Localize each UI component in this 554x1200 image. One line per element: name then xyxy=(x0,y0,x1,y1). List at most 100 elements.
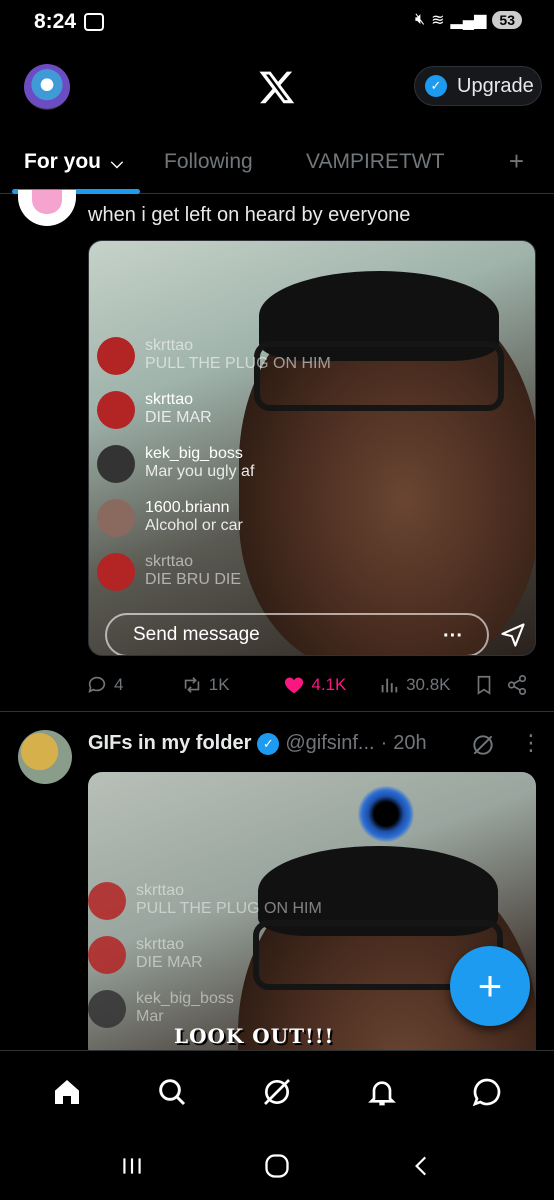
live-comment: 1600.briann Alcohol or car xyxy=(97,499,377,553)
comment-text: DIE MAR xyxy=(136,954,203,971)
messages-icon xyxy=(473,1078,501,1106)
recents-icon xyxy=(123,1158,141,1174)
views-button[interactable]: 30.8K xyxy=(378,674,473,696)
top-bar: ✓ Upgrade xyxy=(0,56,554,120)
live-comments: skrttao PULL THE PLUG ON HIM skrttao DIE… xyxy=(97,337,377,607)
view-count: 30.8K xyxy=(406,675,451,694)
live-comment: skrttao DIE BRU DIE xyxy=(97,553,377,607)
commenter-avatar xyxy=(97,553,135,591)
share-button[interactable] xyxy=(506,674,536,696)
repost-count: 1K xyxy=(208,675,230,694)
search-icon xyxy=(158,1078,185,1105)
commenter-avatar xyxy=(97,391,135,429)
heart-icon xyxy=(285,677,304,694)
commenter-name: kek_big_boss xyxy=(136,990,234,1007)
comment-text: Mar you ugly af xyxy=(145,463,255,480)
nav-messages[interactable] xyxy=(467,1072,507,1112)
reply-button[interactable]: 4 xyxy=(86,674,181,696)
like-count: 4.1K xyxy=(311,675,347,694)
signal-icon: ▂▄▆ xyxy=(450,12,487,29)
live-comment: kek_big_boss Mar you ugly af xyxy=(97,445,377,499)
separator-dot: · xyxy=(380,732,388,754)
home-button[interactable] xyxy=(257,1146,297,1186)
post-time: 20h xyxy=(393,732,427,754)
author-avatar[interactable] xyxy=(18,730,72,784)
notifications-icon xyxy=(368,1080,397,1105)
commenter-avatar xyxy=(88,936,126,974)
timeline-tabs: For you ⌵ Following VAMPIRETWT + xyxy=(0,134,554,194)
home-icon xyxy=(54,1079,79,1104)
commenter-avatar xyxy=(97,445,135,483)
commenter-avatar xyxy=(88,990,126,1028)
tab-vampiretwt[interactable]: VAMPIRETWT xyxy=(306,150,444,174)
reply-count: 4 xyxy=(114,675,124,694)
commenter-avatar xyxy=(88,882,126,920)
compose-button[interactable]: + xyxy=(450,946,530,1026)
send-icon xyxy=(501,623,525,647)
tab-label: For you xyxy=(24,150,101,173)
more-options-icon: ··· xyxy=(443,625,463,647)
post-header: GIFs in my folder ✓ @gifsinf... · 20h xyxy=(88,732,427,755)
commenter-name: kek_big_boss xyxy=(145,445,243,462)
like-button[interactable]: 4.1K xyxy=(283,674,378,696)
verified-icon: ✓ xyxy=(257,732,280,755)
commenter-avatar xyxy=(97,337,135,375)
reply-icon xyxy=(88,676,106,693)
live-comments: skrttao PULL THE PLUG ON HIM skrttao DIE… xyxy=(88,882,348,1044)
post[interactable]: when i get left on heard by everyone skr… xyxy=(0,190,554,712)
add-tab-icon[interactable]: + xyxy=(509,146,524,177)
repost-button[interactable]: 1K xyxy=(181,674,284,696)
commenter-name: skrttao xyxy=(145,391,194,408)
send-message-box: Send message xyxy=(105,613,489,655)
commenter-name: skrttao xyxy=(145,337,194,354)
tab-for-you[interactable]: For you ⌵ xyxy=(24,150,123,174)
nav-notifications[interactable] xyxy=(362,1072,402,1112)
grok-icon[interactable] xyxy=(470,732,496,758)
bottom-navigation xyxy=(0,1050,554,1132)
more-menu-icon[interactable]: ⋮ xyxy=(520,730,542,756)
share-icon xyxy=(508,675,527,695)
battery-indicator: 53 xyxy=(492,11,522,29)
repost-icon xyxy=(184,677,199,693)
bookmark-button[interactable] xyxy=(473,674,507,696)
verified-icon: ✓ xyxy=(425,75,447,97)
author-name[interactable]: GIFs in my folder xyxy=(88,732,251,755)
live-comment: skrttao DIE MAR xyxy=(88,936,348,990)
nav-search[interactable] xyxy=(152,1072,192,1112)
status-bar: 8:24 🔇︎ ≋ ▂▄▆ 53 xyxy=(0,0,554,44)
nav-grok[interactable] xyxy=(257,1072,297,1112)
live-comment: skrttao DIE MAR xyxy=(97,391,377,445)
author-handle: @gifsinf... xyxy=(285,732,375,754)
x-logo-icon xyxy=(259,71,295,104)
grok-icon xyxy=(264,1078,290,1105)
comment-text: DIE MAR xyxy=(145,409,212,426)
send-message-placeholder: Send message xyxy=(133,624,260,645)
commenter-name: skrttao xyxy=(145,553,194,570)
tab-following[interactable]: Following xyxy=(164,150,253,174)
upgrade-button[interactable]: ✓ Upgrade xyxy=(414,66,542,106)
views-icon xyxy=(381,678,398,693)
system-navigation xyxy=(0,1132,554,1200)
commenter-avatar xyxy=(97,499,135,537)
video-portal xyxy=(358,786,414,842)
commenter-name: 1600.briann xyxy=(145,499,230,516)
author-avatar[interactable] xyxy=(18,190,76,226)
post-text: when i get left on heard by everyone xyxy=(88,204,411,226)
post-media[interactable]: skrttao PULL THE PLUG ON HIM skrttao DIE… xyxy=(88,240,536,656)
post-actions: 4 1K 4.1K 30.8K xyxy=(86,672,536,698)
live-comment: skrttao PULL THE PLUG ON HIM xyxy=(88,882,348,936)
back-icon xyxy=(414,1156,426,1176)
recents-button[interactable] xyxy=(112,1146,152,1186)
comment-text: PULL THE PLUG ON HIM xyxy=(145,355,331,372)
plus-icon: + xyxy=(477,962,503,1009)
profile-avatar[interactable] xyxy=(24,64,70,110)
status-time: 8:24 xyxy=(34,10,77,33)
live-comment: skrttao PULL THE PLUG ON HIM xyxy=(97,337,377,391)
bookmark-icon xyxy=(477,675,491,695)
back-button[interactable] xyxy=(402,1146,442,1186)
nav-home[interactable] xyxy=(47,1072,87,1112)
status-icons: 🔇︎ ≋ ▂▄▆ 53 xyxy=(415,10,522,30)
wifi-icon: ≋ xyxy=(431,12,445,29)
comment-text: Alcohol or car xyxy=(145,517,243,534)
screen-record-icon xyxy=(84,13,104,31)
